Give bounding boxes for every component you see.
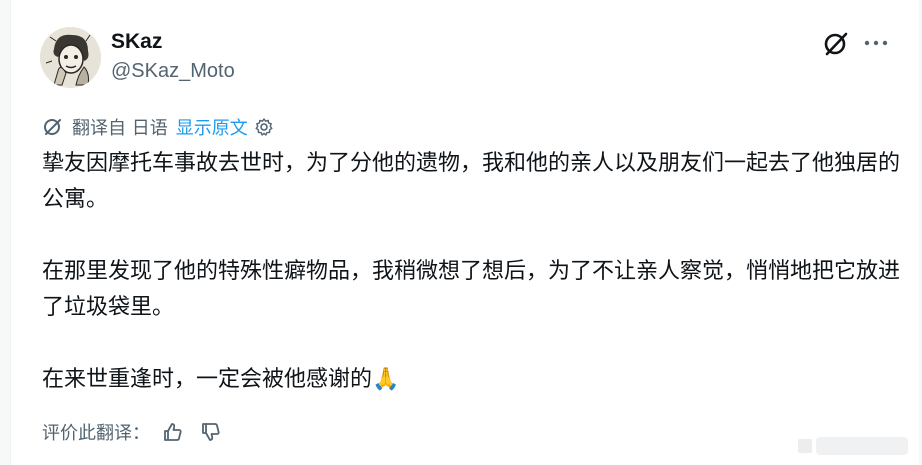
avatar[interactable] [40,27,101,88]
translation-bar: 翻译自 日语 显示原文 [42,114,274,140]
more-icon[interactable] [863,33,889,53]
rate-translation-bar: 评价此翻译： [42,419,222,445]
post-paragraph: 在来世重逢时，一定会被他感谢的🙏 [42,367,400,392]
thumbs-down-icon[interactable] [200,421,222,443]
user-handle[interactable]: @SKaz_Moto [111,60,235,83]
thumbs-up-icon[interactable] [162,421,184,443]
post-card: SKaz @SKaz_Moto 翻译自 日语 显示原文 挚友因摩托车事故去世时，… [10,0,919,465]
post-paragraph: 在那里发现了他的特殊性癖物品，我稍微想了想后，为了不让亲人察觉，悄悄地把它放进了… [42,259,901,320]
gear-icon[interactable] [254,117,274,137]
post-paragraph: 挚友因摩托车事故去世时，为了分他的遗物，我和他的亲人以及朋友们一起去了他独居的公… [42,151,901,212]
grok-icon[interactable] [821,29,851,59]
translate-icon [44,119,61,135]
post-text: 挚友因摩托车事故去世时，为了分他的遗物，我和他的亲人以及朋友们一起去了他独居的公… [42,146,902,398]
avatar-image [40,27,101,88]
watermark [798,437,908,455]
rate-translation-label: 评价此翻译： [42,423,150,444]
translated-from-label: 翻译自 日语 [72,118,168,139]
show-original-link[interactable]: 显示原文 [176,114,248,140]
display-name[interactable]: SKaz [111,30,162,54]
